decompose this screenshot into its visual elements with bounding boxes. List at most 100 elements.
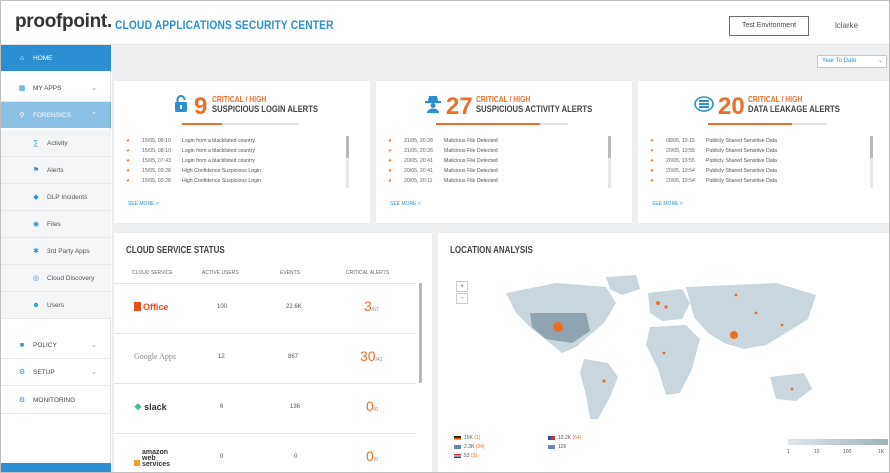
- list-item[interactable]: ◕ 21/05, 20:28 Malicious File Detected: [388, 136, 608, 146]
- scrollbar[interactable]: [870, 136, 873, 188]
- germany-flag-icon: [454, 435, 461, 440]
- sidebar-item-home[interactable]: ⌂ HOME: [1, 45, 111, 71]
- list-item[interactable]: ◕ 20/05, 13:54 Publicly Shared Sensitive D…: [650, 166, 870, 176]
- scrollbar[interactable]: [608, 136, 611, 188]
- list-item[interactable]: ◕ 20/05, 13:54 Publicly Shared Sensitive D…: [650, 176, 870, 186]
- sidebar-item-third-party-apps[interactable]: ✱ 3rd Party Apps: [1, 238, 111, 265]
- active-users: 100: [217, 304, 228, 310]
- critical-alerts[interactable]: 30/41: [360, 348, 383, 364]
- proofpoint-logo[interactable]: proofpoint.: [15, 11, 112, 33]
- legend-value: 53: [464, 453, 470, 459]
- sidebar-item-users[interactable]: ☻ Users: [1, 292, 111, 319]
- alert-severity: CRITICAL / HIGH: [212, 95, 267, 104]
- list-item[interactable]: ◕ 15/05, 03:28 High Confidence Suspicious …: [126, 176, 346, 186]
- sidebar-item-monitoring[interactable]: ⚙ MONITORING: [1, 387, 111, 413]
- scrollbar-thumb[interactable]: [870, 136, 873, 158]
- alert-count[interactable]: 27: [446, 93, 473, 121]
- zoom-out-button[interactable]: -: [456, 293, 468, 304]
- list-item[interactable]: ◕ 20/05, 13:55 Publicly Shared Sensitive D…: [650, 146, 870, 156]
- alert-text: Publicly Shared Sensitive Data: [706, 158, 777, 164]
- critical-alert-total: /67: [371, 307, 379, 313]
- alert-count[interactable]: 20: [718, 93, 745, 121]
- legend-alerts: (1): [474, 435, 481, 441]
- sidebar-item-label: FORENSICS: [33, 111, 71, 119]
- main-content: Year To Date ⌄ 9 CRITICAL / HIGH SUSPICI…: [112, 45, 889, 472]
- scale-label: 1K: [878, 449, 885, 455]
- scrollbar[interactable]: [419, 283, 422, 383]
- service-name: amazon web services: [142, 449, 171, 468]
- list-item[interactable]: ◕ 21/05, 20:26 Malicious File Detected: [388, 146, 608, 156]
- sidebar-item-files[interactable]: ◉ Files: [1, 211, 111, 238]
- legend-item[interactable]: 2.3K (24): [454, 444, 485, 450]
- list-item[interactable]: ◕ 20/05, 13:55 Publicly Shared Sensitive D…: [650, 156, 870, 166]
- top-header: proofpoint. CLOUD APPLICATIONS SECURITY …: [1, 1, 889, 45]
- list-item[interactable]: ◕ 15/05, 07:43 Login from a blacklisted co…: [126, 156, 346, 166]
- data-leakage-alerts-card: 20 CRITICAL / HIGH DATA LEAKAGE ALERTS ◕…: [638, 81, 889, 223]
- events: 867: [288, 354, 299, 360]
- legend-item[interactable]: 53 (3): [454, 453, 477, 459]
- critical-alerts[interactable]: 0/0: [366, 398, 378, 414]
- see-more-link[interactable]: SEE MORE >: [128, 201, 159, 207]
- sidebar-item-forensics[interactable]: ⚲ FORENSICS ⌃: [1, 102, 111, 128]
- alert-header: 27 CRITICAL / HIGH SUSPICIOUS ACTIVITY A…: [376, 93, 632, 121]
- world-map[interactable]: [486, 273, 846, 429]
- sidebar-item-label: Alerts: [47, 166, 64, 174]
- user-menu[interactable]: lclarke: [835, 21, 858, 30]
- list-item[interactable]: ◕ 15/05, 08:10 Login from a blacklisted co…: [126, 146, 346, 156]
- greenland: [606, 275, 640, 295]
- scrollbar-thumb[interactable]: [346, 136, 349, 158]
- sidebar-item-activity[interactable]: ∑ Activity: [1, 130, 111, 157]
- see-more-link[interactable]: SEE MORE >: [652, 201, 683, 207]
- test-environment-button[interactable]: Test Environment: [729, 16, 809, 36]
- alert-time: 15/05, 08:10: [142, 148, 171, 154]
- legend-item[interactable]: 15K (1): [454, 435, 480, 441]
- sidebar-item-my-apps[interactable]: ▦ MY APPS ⌄: [1, 75, 111, 101]
- scrollbar[interactable]: [346, 136, 349, 188]
- marker-uk: [656, 301, 660, 305]
- list-item[interactable]: ◕ 15/05, 08:10 Login from a blacklisted co…: [126, 136, 346, 146]
- legend-item[interactable]: 10.2K (64): [548, 435, 581, 441]
- alert-header: 9 CRITICAL / HIGH SUSPICIOUS LOGIN ALERT…: [114, 93, 370, 121]
- legend-value: 126: [558, 444, 567, 450]
- table-row[interactable]: amazon web services 0 0 0/0: [114, 433, 416, 472]
- sidebar-item-cloud-discovery[interactable]: ◎ Cloud Discovery: [1, 265, 111, 292]
- chevron-down-icon: ⌄: [877, 58, 883, 64]
- active-users: 6: [220, 404, 224, 410]
- scrollbar-thumb[interactable]: [608, 136, 611, 158]
- alert-text: Malicious File Detected: [444, 158, 498, 164]
- critical-alert-count: 0: [366, 448, 374, 464]
- marker-usa: [553, 322, 563, 332]
- alert-text: Login from a blacklisted country: [182, 148, 255, 154]
- alert-list: ◕ 21/05, 20:28 Malicious File Detected ◕ 21…: [388, 136, 608, 186]
- table-row[interactable]: Office 100 22.6K 3/67: [114, 283, 416, 333]
- alert-text: High Confidence Suspicious Login: [182, 168, 262, 174]
- list-item[interactable]: ◕ 20/05, 20:41 Malicious File Detected: [388, 166, 608, 176]
- alert-time: 21/05, 20:26: [404, 148, 433, 154]
- sidebar-item-setup[interactable]: ⚙ SETUP ⌄: [1, 359, 111, 385]
- sidebar-item-dlp-incidents[interactable]: ◆ DLP Incidents: [1, 184, 111, 211]
- third-party-icon: ✱: [33, 248, 39, 255]
- period-select[interactable]: Year To Date ⌄: [817, 55, 887, 68]
- critical-alert-total: /41: [375, 357, 383, 363]
- critical-alerts[interactable]: 0/0: [366, 448, 378, 464]
- list-item[interactable]: ◕ 08/05, 13:15 Publicly Shared Sensitive D…: [650, 136, 870, 146]
- divider: [1, 385, 111, 386]
- policy-icon: ■: [19, 341, 25, 349]
- sidebar-item-label: MY APPS: [33, 84, 62, 92]
- users-icon: ☻: [32, 301, 40, 309]
- list-item[interactable]: ◕ 20/05, 20:11 Malicious File Detected: [388, 176, 608, 186]
- alert-severity: CRITICAL / HIGH: [476, 95, 531, 104]
- table-row[interactable]: Google Apps 12 867 30/41: [114, 333, 416, 383]
- sidebar-item-alerts[interactable]: ⚑ Alerts: [1, 157, 111, 184]
- alert-count[interactable]: 9: [194, 93, 207, 121]
- zoom-in-button[interactable]: +: [456, 281, 468, 292]
- legend-item[interactable]: 126: [548, 444, 566, 450]
- sidebar-item-policy[interactable]: ■ POLICY ⌄: [1, 332, 111, 358]
- column-header: CRITICAL ALERTS: [346, 270, 390, 276]
- list-item[interactable]: ◕ 15/05, 03:28 High Confidence Suspicious …: [126, 166, 346, 176]
- alert-gauge-icon: ◕: [126, 148, 130, 154]
- table-row[interactable]: ❖ slack 6 136 0/0: [114, 383, 416, 433]
- see-more-link[interactable]: SEE MORE >: [390, 201, 421, 207]
- critical-alerts[interactable]: 3/67: [364, 298, 379, 314]
- list-item[interactable]: ◕ 20/05, 20:41 Malicious File Detected: [388, 156, 608, 166]
